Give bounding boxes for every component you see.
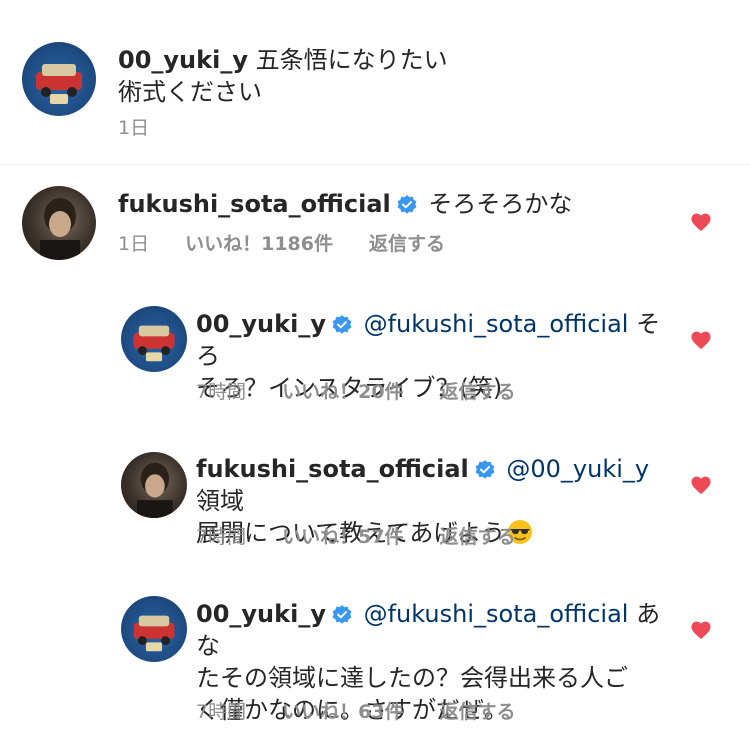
mention-link[interactable]: @fukushi_sota_official (364, 310, 629, 338)
avatar-00-yuki-y[interactable] (22, 42, 96, 116)
comment-2-text: fukushi_sota_official そろそろかな (118, 188, 678, 220)
comment-body: そろそろかな (428, 190, 573, 218)
mention-link[interactable]: @fukushi_sota_official (364, 600, 629, 628)
comment-username[interactable]: fukushi_sota_official (118, 190, 391, 218)
likes-count[interactable]: いいね！1186件 (185, 233, 333, 255)
verified-badge-icon (475, 460, 495, 479)
reply-username[interactable]: 00_yuki_y (196, 600, 326, 628)
mention-link[interactable]: @00_yuki_y (506, 455, 649, 483)
reply-button[interactable]: 返信する (440, 526, 516, 548)
reply-1-meta: 7時間 いいね！20件 返信する (196, 380, 552, 404)
reply-time: 7時間 (196, 526, 247, 548)
reply-button[interactable]: 返信する (440, 701, 516, 723)
comment-time: 1日 (118, 117, 150, 139)
comment-1-text: 00_yuki_y 五条悟になりたい 術式ください (118, 44, 718, 108)
reply-time: 7時間 (196, 381, 247, 403)
verified-badge-icon (332, 315, 352, 334)
likes-count[interactable]: いいね！63件 (282, 701, 403, 723)
comment-username[interactable]: 00_yuki_y (118, 46, 248, 74)
likes-count[interactable]: いいね！20件 (282, 381, 403, 403)
avatar-00-yuki-y[interactable] (121, 306, 187, 372)
reply-body-line1: 領域 (196, 487, 244, 515)
comment-body-line1: 五条悟になりたい (255, 46, 448, 74)
reply-button[interactable]: 返信する (369, 233, 445, 255)
reply-button[interactable]: 返信する (440, 381, 516, 403)
avatar-fukushi-sota-official[interactable] (22, 186, 96, 260)
reply-username[interactable]: fukushi_sota_official (196, 455, 469, 483)
avatar-00-yuki-y[interactable] (121, 596, 187, 662)
heart-icon[interactable] (690, 330, 712, 350)
avatar-fukushi-sota-official[interactable] (121, 452, 187, 518)
comment-body-line2: 術式ください (118, 78, 262, 106)
reply-time: 7時間 (196, 701, 247, 723)
comment-1-meta: 1日 (118, 116, 185, 140)
heart-icon[interactable] (690, 620, 712, 640)
reply-2-meta: 7時間 いいね！57件 返信する (196, 525, 552, 549)
divider (0, 164, 750, 165)
comment-time: 1日 (118, 233, 150, 255)
verified-badge-icon (332, 605, 352, 624)
reply-username[interactable]: 00_yuki_y (196, 310, 326, 338)
comment-2-meta: 1日 いいね！1186件 返信する (118, 232, 481, 256)
verified-badge-icon (397, 195, 417, 214)
reply-body-line2: たその領域に達したの？会得出来る人ご (196, 664, 628, 692)
heart-icon[interactable] (690, 212, 712, 232)
reply-3-meta: 7時間 いいね！63件 返信する (196, 700, 552, 724)
likes-count[interactable]: いいね！57件 (282, 526, 403, 548)
heart-icon[interactable] (690, 475, 712, 495)
